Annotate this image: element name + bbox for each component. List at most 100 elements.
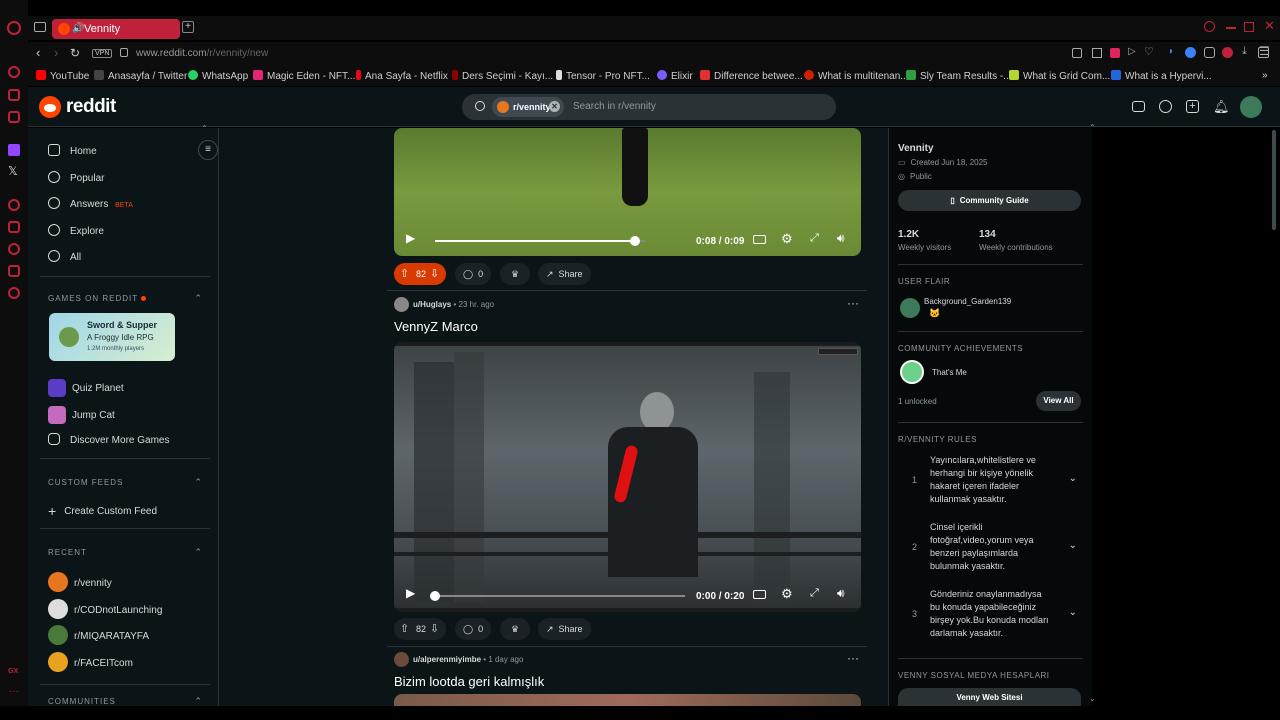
flair-username[interactable]: Background_Garden139 bbox=[924, 297, 1011, 306]
history-icon[interactable] bbox=[8, 243, 20, 255]
create-custom-feed[interactable]: + Create Custom Feed bbox=[48, 503, 157, 519]
progress-track[interactable] bbox=[435, 236, 645, 246]
chevron-down-icon[interactable]: ⌄ bbox=[1069, 539, 1077, 552]
search-tabs-icon[interactable] bbox=[1204, 21, 1215, 32]
page-scrollbar[interactable] bbox=[1272, 130, 1276, 230]
snapshot-icon[interactable] bbox=[1072, 48, 1082, 58]
search-community-chip[interactable]: r/vennity ✕ bbox=[492, 97, 564, 117]
progress-track[interactable] bbox=[430, 591, 685, 601]
vote-button[interactable]: ⇧ 82 ⇩ bbox=[394, 618, 446, 640]
upvote-icon[interactable]: ⇧ bbox=[400, 618, 409, 640]
community-guide-button[interactable]: ▯ Community Guide bbox=[898, 190, 1081, 211]
ads-icon[interactable] bbox=[1132, 101, 1145, 112]
recent-community[interactable]: r/CODnotLaunching bbox=[48, 599, 162, 619]
share-button[interactable]: ↗ Share bbox=[538, 618, 591, 640]
bookmark-item[interactable]: What is multitenan... bbox=[804, 70, 909, 82]
recent-community[interactable]: r/MIQARATAYFA bbox=[48, 625, 149, 645]
speaker-icon[interactable]: 🔊 bbox=[72, 19, 84, 39]
discover-games[interactable]: Discover More Games bbox=[48, 433, 169, 446]
sidebar-app-icon[interactable] bbox=[8, 111, 20, 123]
nav-popular[interactable]: Popular bbox=[48, 171, 104, 184]
achievement-badge-icon[interactable] bbox=[900, 360, 924, 384]
captions-icon[interactable] bbox=[753, 590, 766, 599]
lock-icon[interactable] bbox=[120, 48, 128, 57]
more-options-icon[interactable]: ··· bbox=[847, 296, 859, 310]
scroll-down-icon[interactable]: ⌄ bbox=[1089, 694, 1096, 703]
chat-icon[interactable] bbox=[1159, 100, 1172, 113]
scroll-up-icon[interactable]: ⌃ bbox=[201, 124, 208, 133]
post-author[interactable]: u/Huglays bbox=[413, 300, 451, 309]
rule-item[interactable]: 2 Cinsel içerikli fotoğraf,video,yorum v… bbox=[898, 521, 1083, 579]
view-all-button[interactable]: View All bbox=[1036, 391, 1081, 411]
easy-setup-icon[interactable]: ☰ bbox=[1259, 44, 1270, 58]
bookmark-item[interactable]: Ders Seçimi - Kayı... bbox=[452, 70, 553, 82]
sidebar-app-icon[interactable] bbox=[8, 265, 20, 277]
bookmark-item[interactable]: What is Grid Com... bbox=[1009, 70, 1110, 82]
clear-chip-icon[interactable]: ✕ bbox=[549, 101, 560, 112]
fullscreen-icon[interactable]: ⤢ bbox=[810, 232, 819, 245]
post-image[interactable] bbox=[394, 694, 861, 706]
url-field[interactable]: www.reddit.com/r/vennity/new bbox=[136, 48, 268, 59]
gx-icon[interactable]: GX bbox=[8, 668, 18, 675]
share-button[interactable]: ↗ Share bbox=[538, 263, 591, 285]
volume-icon[interactable]: 🔊︎ bbox=[837, 231, 845, 246]
post-title[interactable]: VennyZ Marco bbox=[394, 319, 478, 334]
sidebar-app-icon[interactable] bbox=[8, 199, 20, 211]
chevron-down-icon[interactable]: ⌄ bbox=[1069, 472, 1077, 485]
post-author[interactable]: u/alperenmiyimbe bbox=[413, 655, 481, 664]
bookmark-item[interactable]: Elixir bbox=[657, 70, 693, 82]
x-icon[interactable]: 𝕏 bbox=[8, 164, 18, 178]
nav-answers[interactable]: Answers BETA bbox=[48, 197, 133, 210]
more-options-icon[interactable]: ··· bbox=[847, 651, 859, 665]
reddit-wordmark[interactable]: reddit bbox=[66, 96, 116, 118]
downvote-icon[interactable]: ⇩ bbox=[430, 618, 439, 640]
game-jump-cat[interactable]: Jump Cat bbox=[48, 406, 115, 424]
rule-item[interactable]: 1 Yayıncılara,whitelistlere ve herhangi … bbox=[898, 454, 1083, 512]
bookmark-item[interactable]: Ana Sayfa - Netflix bbox=[356, 70, 448, 82]
upvote-icon[interactable]: ⇧ bbox=[400, 263, 409, 285]
communities-header[interactable]: COMMUNITIES bbox=[48, 697, 116, 706]
recent-community[interactable]: r/vennity bbox=[48, 572, 112, 592]
create-post-icon[interactable]: + bbox=[1186, 100, 1199, 113]
minimize-icon[interactable] bbox=[1226, 27, 1236, 29]
nav-all[interactable]: All bbox=[48, 250, 81, 263]
sidebar-app-icon[interactable] bbox=[8, 66, 20, 78]
video-player[interactable]: ▶ 0:00 / 0:20 ⚙ ⤢ 🔊︎ bbox=[394, 342, 861, 612]
progress-knob[interactable] bbox=[430, 591, 440, 601]
sidebar-app-icon[interactable] bbox=[8, 89, 20, 101]
bookmark-item[interactable]: YouTube bbox=[36, 70, 89, 82]
flair-avatar[interactable] bbox=[900, 298, 920, 318]
bookmark-item[interactable]: Magic Eden - NFT... bbox=[253, 70, 355, 82]
back-icon[interactable]: ‹ bbox=[36, 45, 40, 60]
vpn-extension-icon[interactable] bbox=[1185, 47, 1196, 58]
chevron-up-icon[interactable]: ⌃ bbox=[194, 547, 202, 558]
chevron-up-icon[interactable]: ⌃ bbox=[194, 293, 202, 304]
fullscreen-icon[interactable]: ⤢ bbox=[810, 587, 819, 600]
downvote-icon[interactable]: ⇩ bbox=[430, 263, 439, 285]
bookmark-item[interactable]: Difference betwee... bbox=[700, 70, 803, 82]
sidebar-app-icon[interactable] bbox=[8, 221, 20, 233]
gear-icon[interactable]: ⚙ bbox=[781, 231, 793, 247]
play-icon[interactable]: ▶ bbox=[406, 586, 415, 600]
notifications-icon[interactable]: 🔔︎ bbox=[1213, 99, 1230, 115]
user-avatar[interactable] bbox=[394, 652, 409, 667]
featured-game-card[interactable]: Sword & Supper A Froggy Idle RPG 1.2M mo… bbox=[49, 313, 175, 361]
chevron-up-icon[interactable]: ⌃ bbox=[194, 477, 202, 488]
more-icon[interactable]: ··· bbox=[9, 686, 19, 697]
recent-header[interactable]: RECENT bbox=[48, 548, 87, 557]
download-icon[interactable]: ⤓ bbox=[1242, 45, 1247, 58]
user-avatar[interactable] bbox=[1240, 96, 1262, 118]
video-player[interactable]: ▶ 0:08 / 0:09 ⚙ ⤢ 🔊︎ bbox=[394, 128, 861, 256]
active-tab[interactable]: 🔊 Vennity bbox=[52, 19, 180, 39]
nav-explore[interactable]: Explore bbox=[48, 224, 104, 237]
pocket-icon[interactable] bbox=[1110, 48, 1120, 58]
audio-icon[interactable]: ◗ bbox=[1168, 46, 1174, 57]
comments-button[interactable]: ◯ 0 bbox=[455, 263, 492, 285]
games-section-header[interactable]: GAMES ON REDDIT bbox=[48, 294, 147, 303]
rule-item[interactable]: 3 Gönderiniz onaylanmadıysa bu konuda ya… bbox=[898, 588, 1083, 646]
maximize-icon[interactable] bbox=[1244, 22, 1254, 32]
more-bookmarks-icon[interactable]: » bbox=[1262, 70, 1268, 81]
scroll-up-icon[interactable]: ⌃ bbox=[1089, 123, 1096, 132]
bookmark-item[interactable]: Sly Team Results -... bbox=[906, 70, 1012, 82]
search-bar[interactable]: r/vennity ✕ Search in r/vennity bbox=[462, 94, 836, 120]
